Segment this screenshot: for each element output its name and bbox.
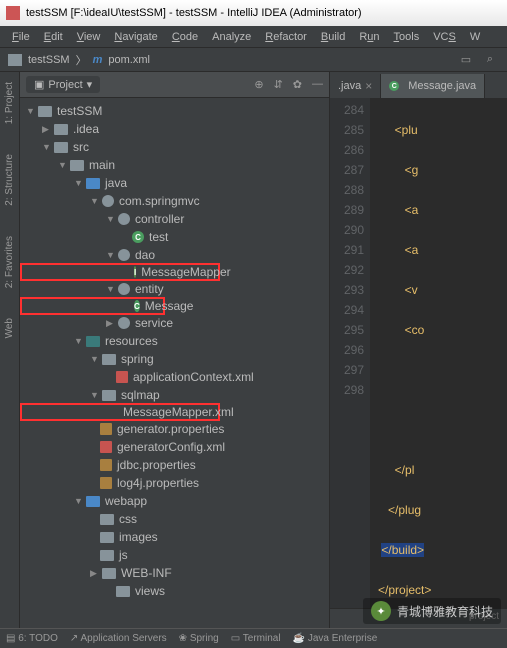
app-icon [6, 6, 20, 20]
tree-node-images[interactable]: images [20, 528, 329, 546]
tree-node-jdbc[interactable]: jdbc.properties [20, 456, 329, 474]
tree-node-entity[interactable]: ▼entity [20, 280, 329, 298]
tree-node-webapp[interactable]: ▼webapp [20, 492, 329, 510]
menu-file[interactable]: File [6, 29, 36, 45]
menu-refactor[interactable]: Refactor [259, 29, 313, 45]
tree-node-webinf[interactable]: ▶WEB-INF [20, 564, 329, 582]
navigation-bar: testSSM 〉 m pom.xml ▭ ⌕ [0, 48, 507, 72]
panel-title-selector[interactable]: ▣ Project ▾ [26, 76, 100, 93]
tree-node-js[interactable]: js [20, 546, 329, 564]
collapse-icon[interactable]: ⇵ [274, 78, 283, 91]
nav-file[interactable]: pom.xml [108, 54, 150, 66]
status-javaee[interactable]: ☕ Java Enterprise [293, 633, 378, 644]
project-tree[interactable]: ▼testSSM ▶.idea ▼src ▼main ▼java ▼com.sp… [20, 98, 329, 628]
tree-node-idea[interactable]: ▶.idea [20, 120, 329, 138]
editor-area: .java× CMessage.java 284285286 287288289… [330, 72, 507, 628]
menu-code[interactable]: Code [166, 29, 204, 45]
panel-header: ▣ Project ▾ ⊕ ⇵ ✿ — [20, 72, 329, 98]
tree-node-spring[interactable]: ▼spring [20, 350, 329, 368]
menu-build[interactable]: Build [315, 29, 351, 45]
status-spring[interactable]: ❀ Spring [179, 633, 219, 644]
tree-node-package[interactable]: ▼com.springmvc [20, 192, 329, 210]
menu-window[interactable]: W [464, 29, 486, 45]
left-toolbar: 1: Project 2: Structure 2: Favorites Web [0, 72, 20, 628]
gear-icon[interactable]: ✿ [293, 78, 302, 91]
status-terminal[interactable]: ▭ Terminal [231, 633, 281, 644]
project-icon: ▣ [34, 78, 44, 91]
menu-analyze[interactable]: Analyze [206, 29, 257, 45]
watermark: ✦ 青城博雅教育科技 [363, 598, 501, 624]
tree-node-views[interactable]: views [20, 582, 329, 600]
search-icon[interactable]: ⌕ [481, 51, 499, 69]
watermark-text: 青城博雅教育科技 [397, 603, 493, 620]
chevron-right-icon: 〉 [76, 52, 87, 68]
tree-node-genprop[interactable]: generator.properties [20, 420, 329, 438]
tree-node-css[interactable]: css [20, 510, 329, 528]
tree-node-log4j[interactable]: log4j.properties [20, 474, 329, 492]
status-todo[interactable]: ▤ 6: TODO [6, 633, 58, 644]
tree-node-controller[interactable]: ▼controller [20, 210, 329, 228]
editor-tabs: .java× CMessage.java [330, 72, 507, 98]
code-content[interactable]: <plu <g <a <a <v <co </pl </plug </build… [370, 98, 507, 608]
tree-node-sqlmap[interactable]: ▼sqlmap [20, 386, 329, 404]
menu-edit[interactable]: Edit [38, 29, 69, 45]
tree-node-mapperxml[interactable]: MessageMapper.xml [20, 403, 220, 421]
maven-icon: m [93, 54, 103, 66]
status-appservers[interactable]: ↗ Application Servers [70, 633, 167, 644]
tab-java[interactable]: .java× [330, 74, 381, 98]
close-icon[interactable]: × [365, 79, 372, 93]
hide-icon[interactable]: — [312, 78, 323, 91]
menubar: File Edit View Navigate Code Analyze Ref… [0, 26, 507, 48]
tree-node-java[interactable]: ▼java [20, 174, 329, 192]
sidebar-tab-project[interactable]: 1: Project [4, 82, 15, 124]
menu-navigate[interactable]: Navigate [108, 29, 163, 45]
tree-node-appctx[interactable]: applicationContext.xml [20, 368, 329, 386]
tree-node-message[interactable]: CMessage [20, 297, 165, 315]
sidebar-tab-favorites[interactable]: 2: Favorites [4, 236, 15, 288]
tree-node-service[interactable]: ▶service [20, 314, 329, 332]
wechat-icon: ✦ [371, 601, 391, 621]
panel-title: Project [48, 79, 82, 91]
tree-node-dao[interactable]: ▼dao [20, 246, 329, 264]
folder-icon [8, 54, 22, 66]
terminal-icon[interactable]: ▭ [457, 51, 475, 69]
tree-node-root[interactable]: ▼testSSM [20, 102, 329, 120]
tree-node-messagemapper[interactable]: IMessageMapper [20, 263, 220, 281]
tree-node-gencfg[interactable]: generatorConfig.xml [20, 438, 329, 456]
menu-view[interactable]: View [71, 29, 107, 45]
target-icon[interactable]: ⊕ [254, 78, 263, 91]
menu-tools[interactable]: Tools [388, 29, 426, 45]
tree-node-src[interactable]: ▼src [20, 138, 329, 156]
sidebar-tab-structure[interactable]: 2: Structure [4, 154, 15, 206]
tree-node-resources[interactable]: ▼resources [20, 332, 329, 350]
line-gutter: 284285286 287288289 290291292 293294295 … [330, 98, 370, 608]
tree-node-test[interactable]: Ctest [20, 228, 329, 246]
chevron-down-icon: ▾ [87, 78, 93, 91]
window-titlebar: testSSM [F:\ideaIU\testSSM] - testSSM - … [0, 0, 507, 26]
menu-run[interactable]: Run [353, 29, 385, 45]
statusbar: ▤ 6: TODO ↗ Application Servers ❀ Spring… [0, 628, 507, 648]
main-area: 1: Project 2: Structure 2: Favorites Web… [0, 72, 507, 628]
nav-root[interactable]: testSSM [28, 54, 70, 66]
tab-message[interactable]: CMessage.java [381, 74, 485, 98]
project-panel: ▣ Project ▾ ⊕ ⇵ ✿ — ▼testSSM ▶.idea ▼src… [20, 72, 330, 628]
sidebar-tab-web[interactable]: Web [4, 318, 15, 338]
tree-node-main[interactable]: ▼main [20, 156, 329, 174]
window-title: testSSM [F:\ideaIU\testSSM] - testSSM - … [26, 7, 362, 19]
code-editor[interactable]: 284285286 287288289 290291292 293294295 … [330, 98, 507, 608]
menu-vcs[interactable]: VCS [427, 29, 462, 45]
